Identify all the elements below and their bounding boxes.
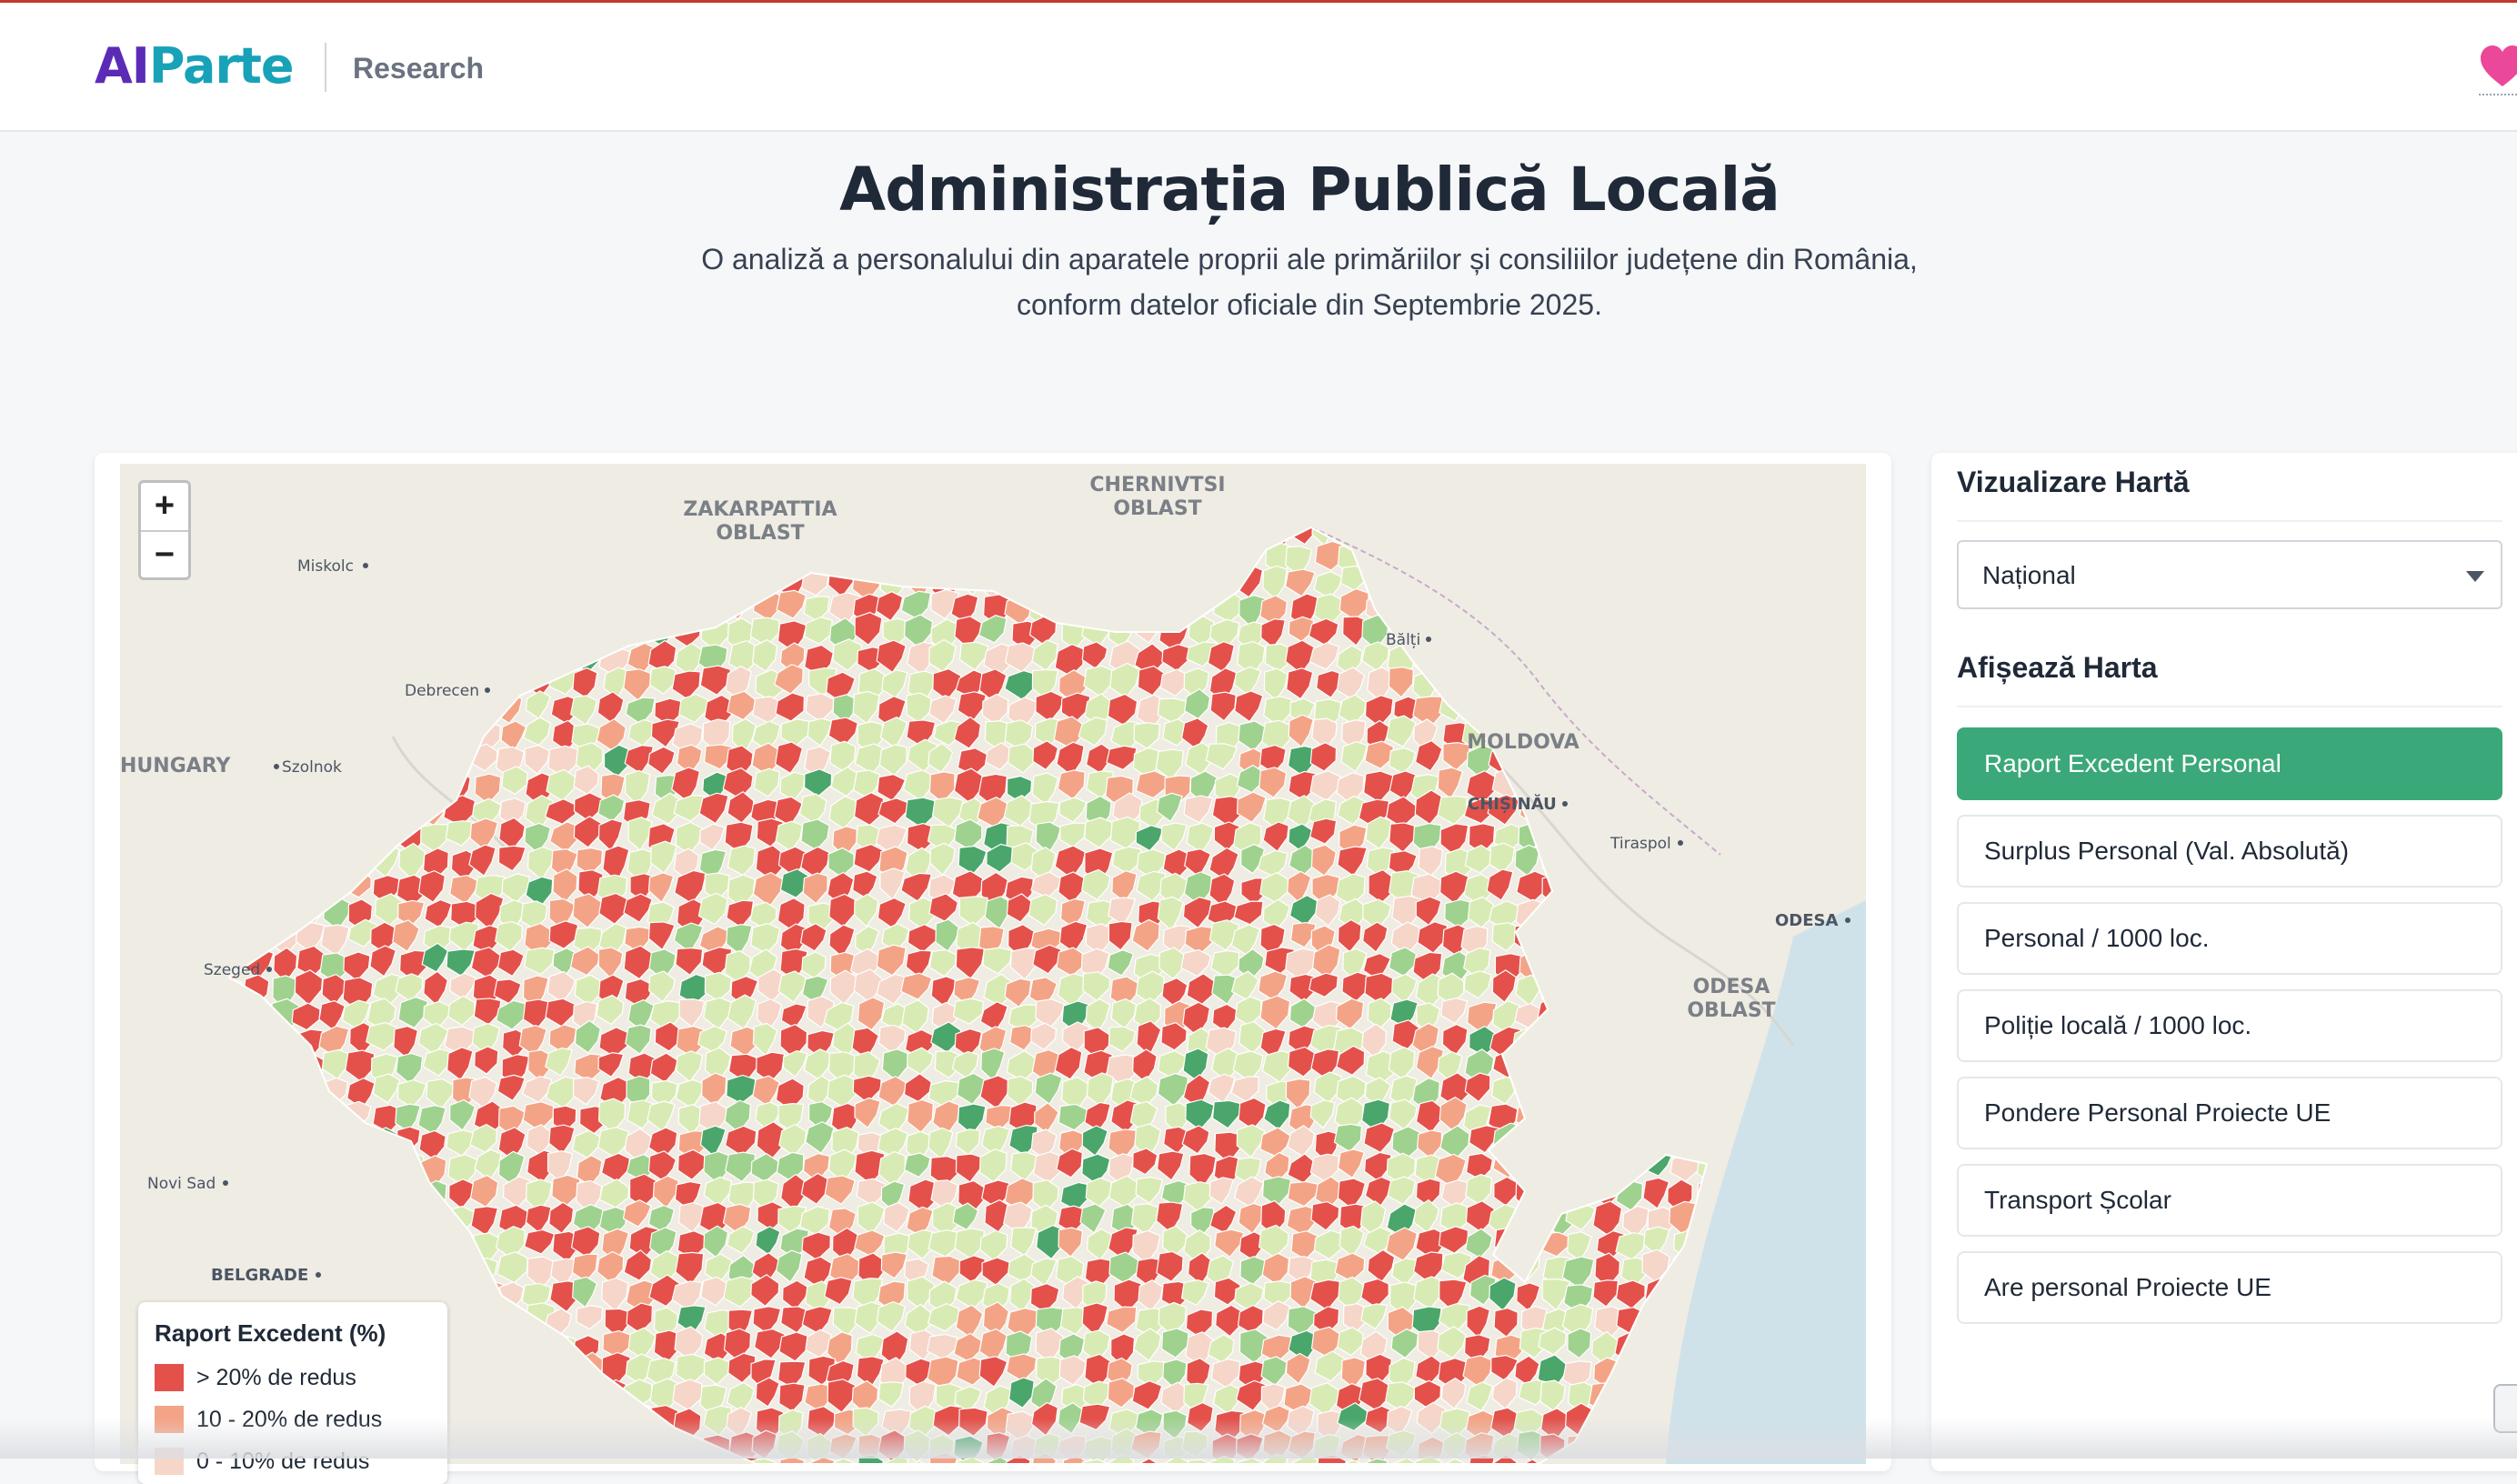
site-header: AIParte Research [0,3,2517,132]
map-label-oblast: OBLAST [716,522,804,545]
page-subtitle: O analiză a personalului din aparatele p… [637,236,1982,327]
map-label-hungary: HUNGARY [120,755,232,777]
logo-parte-text: Parte [148,37,295,95]
map-layer-button-transport[interactable]: Transport Școlar [1957,1164,2502,1237]
map-label-szolnok: Szolnok [282,758,342,777]
subtitle-line-1: O analiză a personalului din aparatele p… [701,243,1918,276]
map-layer-button-pondere-ue[interactable]: Pondere Personal Proiecte UE [1957,1077,2502,1149]
map-layer-button-are-ue[interactable]: Are personal Proiecte UE [1957,1251,2502,1324]
heart-icon[interactable] [2481,45,2517,90]
map-label-szeged: Szeged [204,961,260,979]
view-heading: Vizualizare Hartă [1957,464,2502,522]
show-map-heading: Afișează Harta [1957,649,2502,707]
map-label-belgrade: BELGRADE [211,1266,308,1285]
map-label-balti: Bălți [1386,631,1420,649]
view-select[interactable]: Național [1957,540,2502,609]
map-label-debrecen: Debrecen [405,682,479,700]
map-label-odesa-city: ODESA [1775,911,1839,930]
chevron-down-icon [2466,571,2484,582]
zoom-control: + − [138,480,191,580]
map-label-chisinau: CHIȘINĂU [1468,794,1557,814]
research-link[interactable]: Research [353,50,484,86]
map-label-novi-sad: Novi Sad [147,1175,216,1193]
map-layer-button-politie[interactable]: Poliție locală / 1000 loc. [1957,989,2502,1062]
bottom-fade [0,1419,2517,1459]
map-label-chernivtsi: CHERNIVTSI [1089,474,1225,496]
map-label-tiraspol: Tiraspol [1609,835,1671,853]
legend-swatch [155,1364,184,1391]
view-select-value: Național [1982,561,2076,589]
legend-title: Raport Excedent (%) [155,1319,386,1347]
logo-ai-text: AI [95,37,150,95]
map-layer-button-personal-1000[interactable]: Personal / 1000 loc. [1957,902,2502,975]
zoom-in-button[interactable]: + [141,483,188,530]
map-layer-button-raport-excedent[interactable]: Raport Excedent Personal [1957,727,2502,800]
legend-label: > 20% de redus [196,1364,356,1390]
map-label-zakarpattia: ZAKARPATTIA [683,498,837,521]
map-label-odesa-oblast: ODESA [1693,976,1770,998]
legend-item: > 20% de redus [155,1357,447,1399]
header-divider [325,43,326,92]
heart-underline [2479,94,2517,95]
aiparte-logo[interactable]: AIParte [95,37,295,95]
subtitle-line-2: conform datelor oficiale din Septembrie … [1017,288,1602,321]
map-label-moldova: MOLDOVA [1467,731,1579,754]
map-layer-button-surplus[interactable]: Surplus Personal (Val. Absolută) [1957,815,2502,887]
page-title: Administrația Publică Locală [839,155,1780,225]
zoom-out-button[interactable]: − [141,530,188,577]
map-label-miskolc: Miskolc [297,557,354,576]
map-label-oblast: OBLAST [1687,999,1775,1022]
map-label-oblast: OBLAST [1113,497,1201,520]
